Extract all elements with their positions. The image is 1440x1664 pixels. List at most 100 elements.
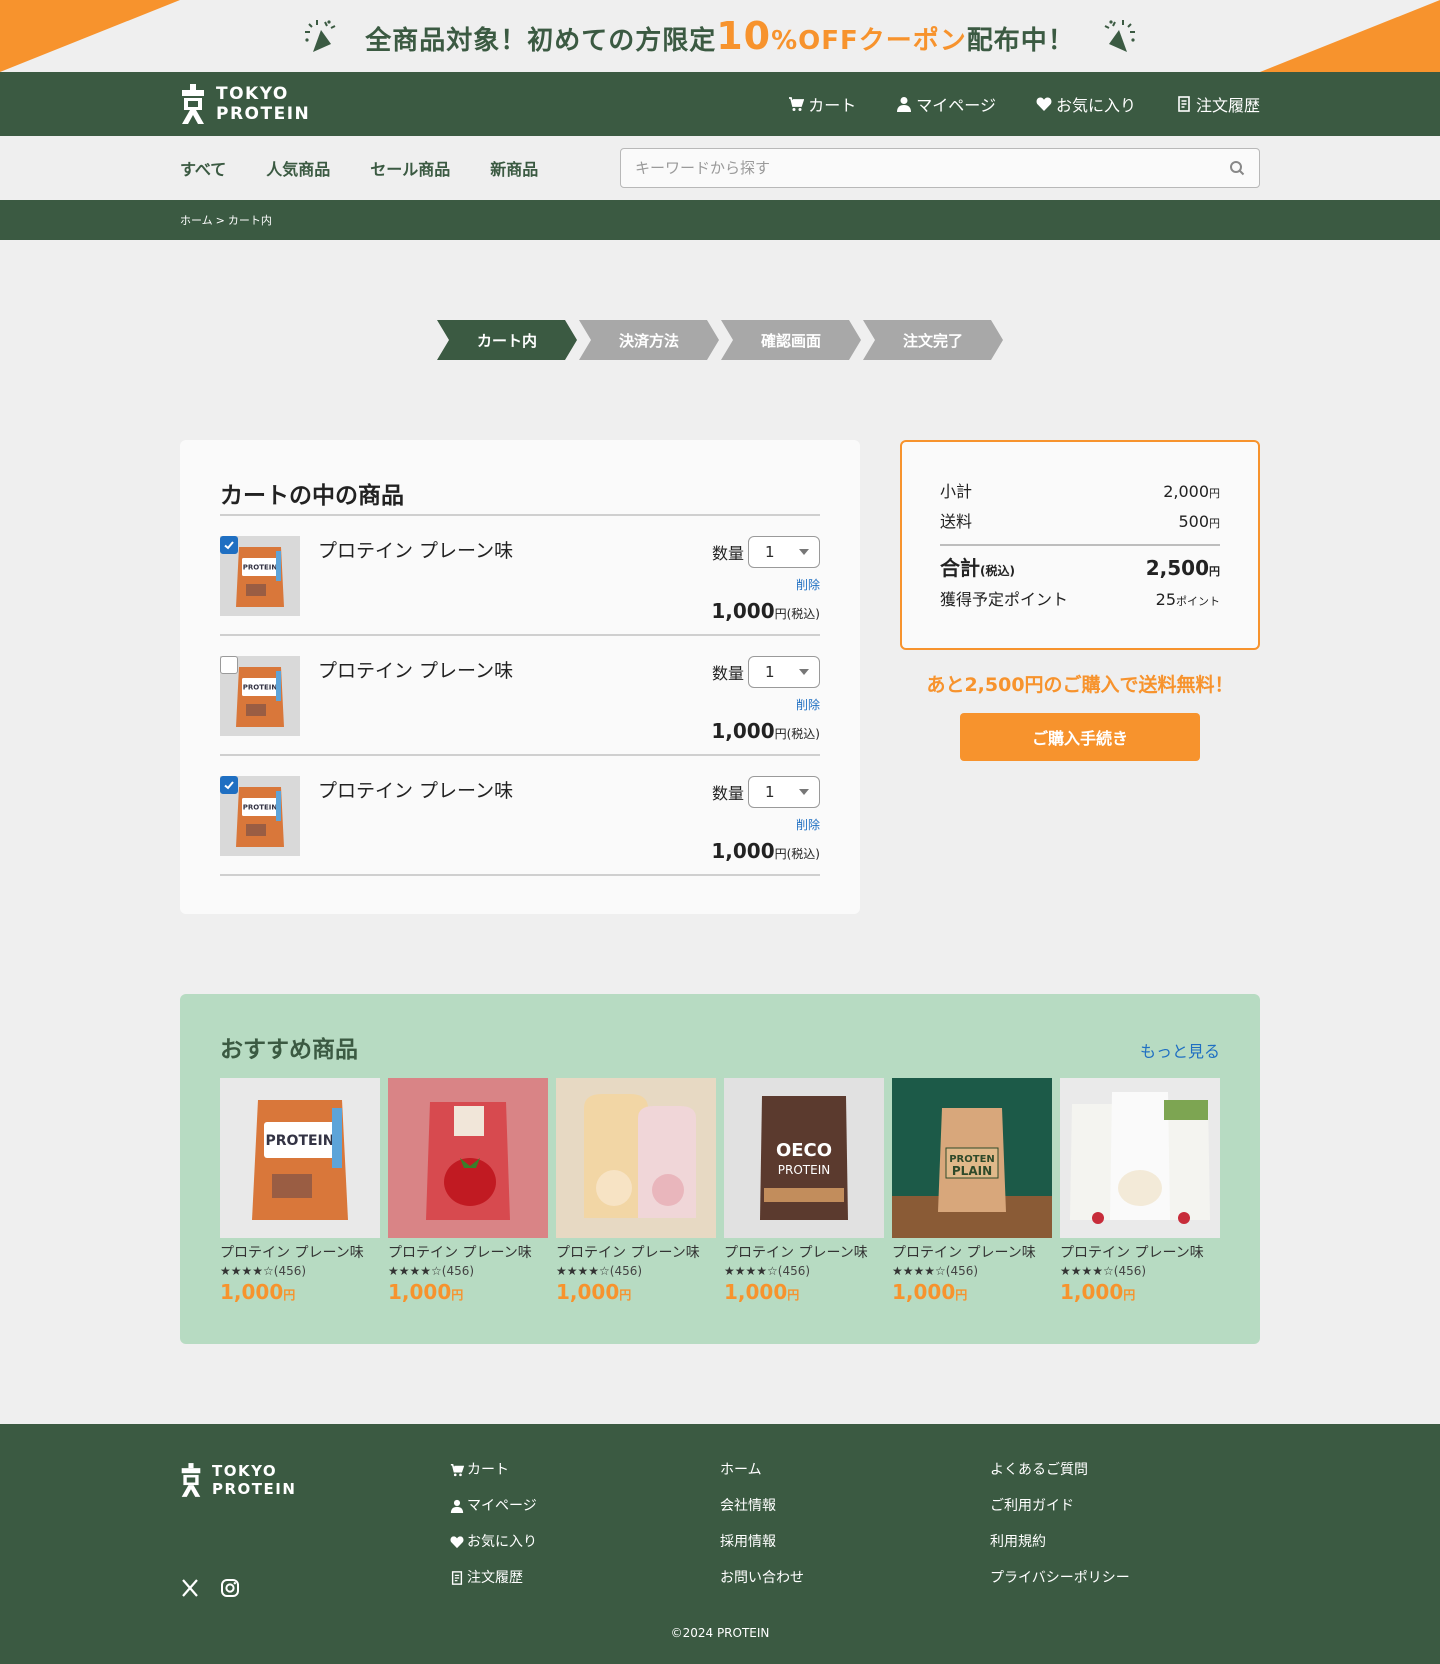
footer-company-link[interactable]: 会社情報	[720, 1498, 990, 1514]
product-price: 1,000円	[892, 1280, 968, 1304]
item-name[interactable]: プロテイン プレーン味	[318, 776, 513, 874]
step-complete: 注文完了	[863, 320, 1003, 360]
search-icon[interactable]	[1229, 160, 1245, 176]
user-icon	[450, 1499, 464, 1513]
footer-cart-link[interactable]: カート	[450, 1462, 720, 1478]
product-name[interactable]: プロテイン プレーン味	[220, 1242, 380, 1262]
product-image[interactable]	[388, 1078, 548, 1238]
header-orders-link[interactable]: 注文履歴	[1176, 92, 1260, 116]
delete-link[interactable]: 削除	[711, 696, 820, 713]
item-select-checkbox[interactable]	[220, 536, 238, 554]
footer-careers-link[interactable]: 採用情報	[720, 1534, 990, 1550]
product-image[interactable]: PROTEN PLAIN	[892, 1078, 1052, 1238]
product-name[interactable]: プロテイン プレーン味	[388, 1242, 548, 1262]
star-rating-icons: ★★★★☆	[556, 1264, 610, 1278]
site-logo[interactable]: TOKYO PROTEIN	[180, 84, 310, 124]
header-favorites-link[interactable]: お気に入り	[1036, 92, 1136, 116]
user-icon	[897, 97, 912, 112]
checkout-button[interactable]: ご購入手続き	[960, 713, 1200, 761]
shipping-row: 送料 500円	[940, 508, 1220, 538]
total-value: 2,500円	[1145, 556, 1220, 580]
product-name[interactable]: プロテイン プレーン味	[724, 1242, 884, 1262]
star-rating-icons: ★★★★☆	[1060, 1264, 1114, 1278]
breadcrumb-home-link[interactable]: ホーム	[180, 212, 213, 228]
footer-home-link[interactable]: ホーム	[720, 1462, 990, 1478]
product-name[interactable]: プロテイン プレーン味	[556, 1242, 716, 1262]
search-input[interactable]	[635, 159, 1229, 177]
recommended-title: おすすめ商品	[220, 1037, 358, 1063]
product-price: 1,000円	[220, 1280, 296, 1304]
chevron-down-icon	[799, 789, 809, 795]
product-price: 1,000円	[388, 1280, 464, 1304]
quantity-select[interactable]: 1	[748, 776, 820, 808]
header-cart-link[interactable]: カート	[788, 92, 856, 116]
item-select-checkbox[interactable]	[220, 656, 238, 674]
product-thumbnail[interactable]: PROTEIN	[220, 776, 300, 856]
footer-favorites-link[interactable]: お気に入り	[450, 1534, 720, 1550]
footer-faq-link[interactable]: よくあるご質問	[990, 1462, 1260, 1478]
footer-mypage-link[interactable]: マイページ	[450, 1498, 720, 1514]
recommended-product-card[interactable]: OECO PROTEIN プロテイン プレーン味 ★★★★☆(456) 1,000…	[724, 1078, 884, 1304]
breadcrumb-current: カート内	[227, 214, 272, 227]
instagram-icon[interactable]	[220, 1578, 240, 1598]
cart-panel: カートの中の商品 PROTEIN プロテイン プレーン味 数量 1 削除 1,0…	[180, 440, 860, 914]
x-twitter-icon[interactable]	[180, 1578, 200, 1598]
star-rating-icons: ★★★★☆	[724, 1264, 778, 1278]
category-bar: すべて 人気商品 セール商品 新商品	[0, 136, 1440, 200]
item-price: 1,000円(税込)	[711, 839, 820, 863]
search-box	[620, 148, 1260, 188]
category-all-link[interactable]: すべて	[180, 156, 226, 180]
product-image[interactable]: PROTEIN	[220, 1078, 380, 1238]
recommended-product-card[interactable]: プロテイン プレーン味 ★★★★☆(456) 1,000円	[556, 1078, 716, 1304]
shipping-label: 送料	[940, 512, 973, 531]
category-popular-link[interactable]: 人気商品	[266, 156, 330, 180]
header-mypage-link[interactable]: マイページ	[896, 92, 996, 116]
site-header: TOKYO PROTEIN カート マイページ お気に入り 注文履歴	[0, 72, 1440, 136]
footer-guide-link[interactable]: ご利用ガイド	[990, 1498, 1260, 1514]
party-popper-icon	[305, 20, 336, 52]
svg-text:PROTEIN: PROTEIN	[778, 1163, 830, 1177]
svg-text:PROTEIN: PROTEIN	[243, 804, 278, 812]
quantity-select[interactable]: 1	[748, 536, 820, 568]
product-image[interactable]	[1060, 1078, 1220, 1238]
order-summary: 小計 2,000円 送料 500円 合計(税込) 2,500円 獲得予定ポイント…	[900, 440, 1260, 650]
product-image[interactable]	[556, 1078, 716, 1238]
item-select-checkbox[interactable]	[220, 776, 238, 794]
category-new-link[interactable]: 新商品	[490, 156, 538, 180]
item-price: 1,000円(税込)	[711, 599, 820, 623]
footer-privacy-link[interactable]: プライバシーポリシー	[990, 1570, 1260, 1586]
review-count: (456)	[945, 1264, 979, 1278]
copyright: ©2024 PROTEIN	[670, 1626, 770, 1640]
product-name[interactable]: プロテイン プレーン味	[1060, 1242, 1220, 1262]
svg-text:PROTEIN: PROTEIN	[243, 564, 278, 572]
recommended-product-card[interactable]: プロテイン プレーン味 ★★★★☆(456) 1,000円	[388, 1078, 548, 1304]
quantity-value: 1	[765, 663, 775, 681]
see-more-link[interactable]: もっと見る	[1140, 1038, 1220, 1062]
category-sale-link[interactable]: セール商品	[370, 156, 450, 180]
footer-logo[interactable]: TOKYO PROTEIN	[180, 1462, 450, 1498]
cart-icon	[789, 97, 805, 111]
logo-mark-icon	[182, 84, 204, 124]
product-image[interactable]: OECO PROTEIN	[724, 1078, 884, 1238]
recommended-product-card[interactable]: PROTEN PLAIN プロテイン プレーン味 ★★★★☆(456) 1,000…	[892, 1078, 1052, 1304]
breadcrumb-separator: >	[215, 213, 225, 227]
step-confirm: 確認画面	[721, 320, 861, 360]
delete-link[interactable]: 削除	[711, 576, 820, 593]
delete-link[interactable]: 削除	[711, 816, 820, 833]
heart-icon	[1036, 97, 1052, 111]
footer-orders-link[interactable]: 注文履歴	[450, 1570, 720, 1586]
item-price: 1,000円(税込)	[711, 719, 820, 743]
product-rating: ★★★★☆(456)	[220, 1264, 380, 1278]
review-count: (456)	[777, 1264, 811, 1278]
footer-contact-link[interactable]: お問い合わせ	[720, 1570, 990, 1586]
recommended-product-card[interactable]: PROTEIN プロテイン プレーン味 ★★★★☆(456) 1,000円	[220, 1078, 380, 1304]
product-thumbnail[interactable]: PROTEIN	[220, 536, 300, 616]
recommended-product-card[interactable]: プロテイン プレーン味 ★★★★☆(456) 1,000円	[1060, 1078, 1220, 1304]
product-thumbnail[interactable]: PROTEIN	[220, 656, 300, 736]
item-name[interactable]: プロテイン プレーン味	[318, 536, 513, 634]
item-name[interactable]: プロテイン プレーン味	[318, 656, 513, 754]
quantity-select[interactable]: 1	[748, 656, 820, 688]
product-name[interactable]: プロテイン プレーン味	[892, 1242, 1052, 1262]
footer-terms-link[interactable]: 利用規約	[990, 1534, 1260, 1550]
points-label: 獲得予定ポイント	[940, 590, 1069, 609]
